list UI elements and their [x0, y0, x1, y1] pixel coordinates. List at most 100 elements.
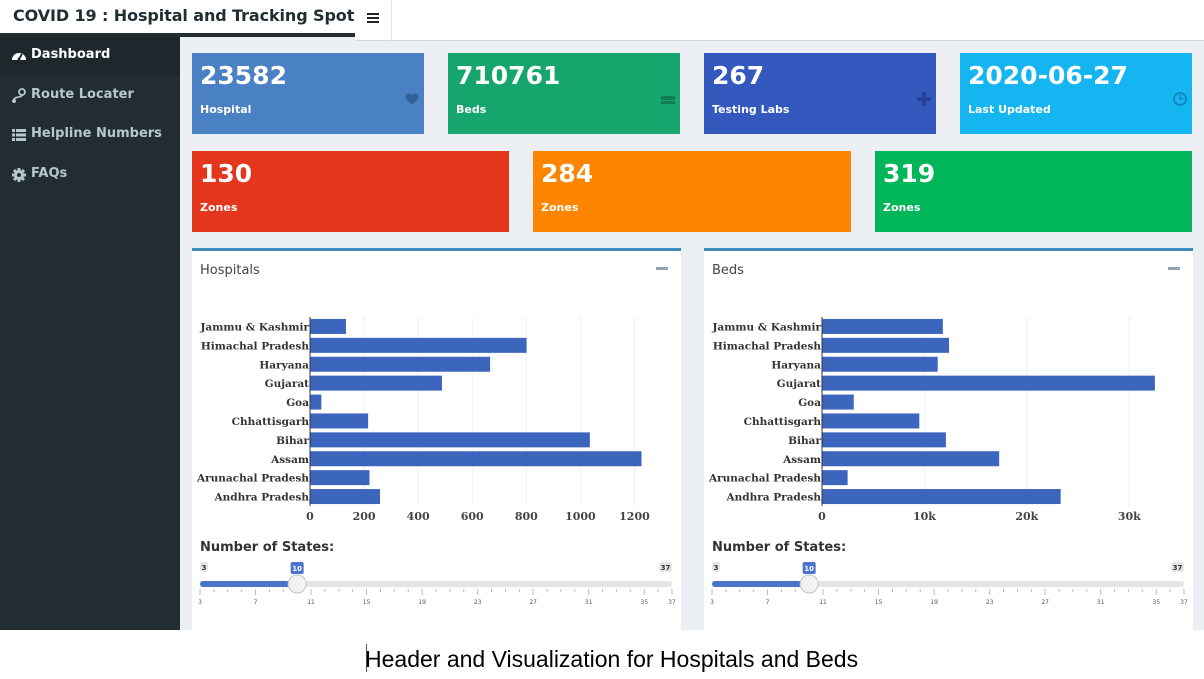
beds-bar-chart: 0 10k 20k 30k Jammu & Kashmir Himachal Prades…: [708, 317, 1155, 523]
category-label: Himachal Pradesh: [713, 340, 821, 352]
plus-icon: [917, 92, 931, 106]
zones-box-green: 319 Zones: [875, 151, 1192, 232]
sidebar: Dashboard Route Locater Helpline Numbers: [0, 37, 180, 630]
bar: [822, 337, 950, 353]
x-tick-label: 600: [461, 510, 484, 523]
top-navbar: [355, 0, 1204, 41]
sidebar-item-label: FAQs: [31, 166, 68, 181]
beds-count-box: 710761 Beds: [448, 53, 680, 134]
dashboard-app: COVID 19 : Hospital and Tracking Spots D…: [0, 0, 1204, 630]
hospitals-bar-chart: 0 200 400 600 800 1000 1200 Jammu & Kashmir Hima…: [196, 317, 650, 523]
x-tick-label: 20k: [1015, 510, 1038, 523]
sidebar-item-faqs[interactable]: FAQs: [0, 156, 180, 194]
bar: [310, 394, 322, 410]
x-tick-label: 0: [818, 510, 826, 523]
hospital-count-box: 23582 Hospital: [192, 53, 424, 134]
bar: [822, 356, 938, 372]
bar: [822, 470, 848, 486]
zones-box-orange: 284 Zones: [533, 151, 851, 232]
bar: [310, 356, 491, 372]
category-label: Haryana: [259, 359, 309, 371]
category-label: Himachal Pradesh: [201, 340, 309, 352]
heart-icon: [405, 93, 419, 105]
bed-icon: [661, 96, 675, 104]
dashboard-icon: [12, 53, 26, 61]
last-updated-box: 2020-06-27 Last Updated: [960, 53, 1192, 134]
bar: [310, 413, 369, 429]
bar: [822, 432, 946, 448]
bar: [822, 489, 1061, 505]
bar: [310, 337, 527, 353]
bar: [310, 451, 642, 467]
stat-label: Beds: [456, 103, 487, 116]
stat-label: Testing Labs: [712, 103, 790, 116]
category-label: Goa: [286, 397, 309, 409]
category-label: Goa: [798, 397, 821, 409]
brand-header: COVID 19 : Hospital and Tracking Spots: [0, 0, 364, 37]
stat-value: 2020-06-27: [968, 61, 1128, 90]
sidebar-toggle-button[interactable]: [355, 0, 392, 41]
x-tick-label: 0: [306, 510, 314, 523]
hamburger-icon: [367, 13, 379, 15]
category-label: Andhra Pradesh: [213, 492, 309, 504]
bar: [822, 394, 854, 410]
bar: [310, 432, 590, 448]
hospitals-panel: Hospitals 0 200 400 600 800 1000 1200 Jammu & K…: [192, 248, 681, 630]
slider-label: Number of States:: [712, 540, 847, 555]
category-label: Arunachal Pradesh: [196, 473, 309, 485]
zone-value: 130: [200, 159, 253, 188]
bar: [310, 318, 346, 334]
x-tick-label: 800: [515, 510, 538, 523]
zone-label: Zones: [883, 201, 921, 214]
sidebar-item-helpline-numbers[interactable]: Helpline Numbers: [0, 116, 180, 154]
category-label: Chhattisgarh: [232, 416, 310, 428]
zone-label: Zones: [541, 201, 579, 214]
slider-label: Number of States:: [200, 540, 335, 555]
stat-value: 267: [712, 61, 765, 90]
sidebar-item-dashboard[interactable]: Dashboard: [0, 37, 180, 75]
category-label: Assam: [270, 454, 309, 466]
category-label: Bihar: [276, 435, 309, 447]
x-tick-label: 1200: [619, 510, 650, 523]
bar: [310, 375, 442, 391]
zone-value: 319: [883, 159, 936, 188]
stat-label: Last Updated: [968, 103, 1051, 116]
bar: [822, 413, 920, 429]
category-label: Gujarat: [265, 378, 310, 390]
list-icon: [12, 129, 26, 141]
x-tick-label: 200: [353, 510, 376, 523]
testing-labs-box: 267 Testing Labs: [704, 53, 936, 134]
bar: [310, 489, 381, 505]
route-icon: [12, 88, 26, 103]
sidebar-item-label: Dashboard: [31, 47, 111, 62]
category-label: Jammu & Kashmir: [199, 321, 309, 333]
bar: [822, 318, 943, 334]
category-label: Haryana: [771, 359, 821, 371]
category-label: Assam: [782, 454, 821, 466]
category-label: Andhra Pradesh: [725, 492, 821, 504]
stat-value: 23582: [200, 61, 287, 90]
stat-label: Hospital: [200, 103, 252, 116]
sidebar-item-label: Helpline Numbers: [31, 126, 162, 141]
bar: [310, 470, 370, 486]
sidebar-item-label: Route Locater: [31, 87, 134, 102]
stat-value: 710761: [456, 61, 561, 90]
x-tick-label: 1000: [565, 510, 596, 523]
beds-panel: Beds 0 10k 20k 30k Jammu & Kashmir Himachal P…: [704, 248, 1193, 630]
x-tick-label: 30k: [1118, 510, 1141, 523]
clock-icon: [1173, 92, 1187, 106]
x-tick-label: 10k: [913, 510, 936, 523]
figure-caption: Header and Visualization for Hospitals a…: [365, 646, 859, 672]
zone-value: 284: [541, 159, 594, 188]
category-label: Jammu & Kashmir: [711, 321, 821, 333]
zones-box-red: 130 Zones: [192, 151, 509, 232]
bar: [822, 375, 1155, 391]
bar: [822, 451, 1000, 467]
category-label: Chhattisgarh: [744, 416, 822, 428]
gear-icon: [12, 168, 26, 182]
zone-label: Zones: [200, 201, 238, 214]
x-tick-label: 400: [407, 510, 430, 523]
category-label: Gujarat: [777, 378, 822, 390]
sidebar-item-route-locater[interactable]: Route Locater: [0, 77, 180, 115]
category-label: Bihar: [788, 435, 821, 447]
